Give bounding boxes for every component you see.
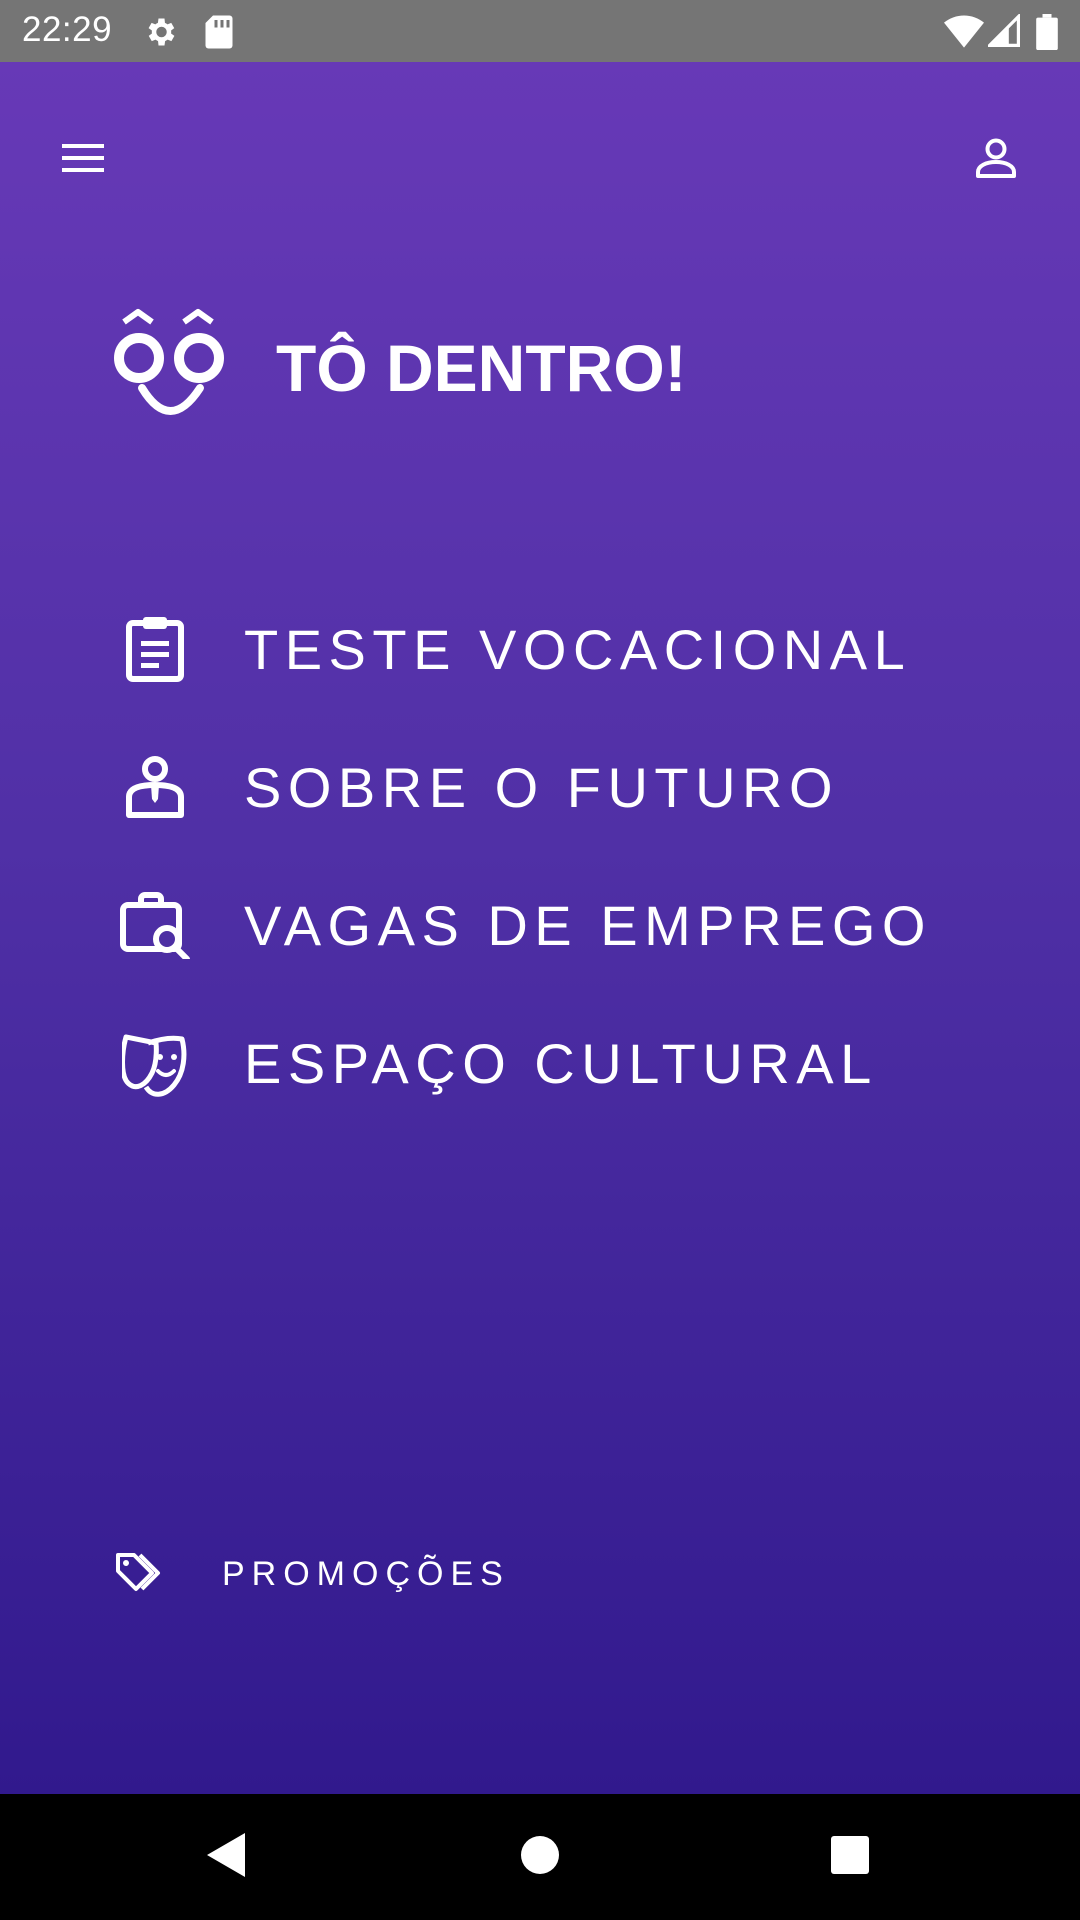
menu-label: SOBRE O FUTURO <box>244 755 840 819</box>
app-screen: TÔ DENTRO! TESTE VOCACIONAL SOBRE O FUTU… <box>0 62 1080 1794</box>
system-nav-bar <box>0 1794 1080 1920</box>
menu-button[interactable] <box>48 124 120 196</box>
menu-item-teste-vocacional[interactable]: TESTE VOCACIONAL <box>118 604 911 694</box>
tags-icon <box>114 1551 162 1598</box>
battery-icon <box>1036 14 1058 55</box>
status-time: 22:29 <box>22 10 113 49</box>
menu-item-sobre-o-futuro[interactable]: SOBRE O FUTURO <box>118 742 839 832</box>
app-title: TÔ DENTRO! <box>276 331 687 405</box>
wifi-icon <box>944 14 984 53</box>
menu-label: VAGAS DE EMPREGO <box>244 893 932 957</box>
promo-label: PROMOÇÕES <box>222 1554 510 1593</box>
home-button[interactable] <box>505 1822 575 1892</box>
settings-icon <box>142 14 178 55</box>
smiling-face-logo <box>112 308 230 429</box>
home-icon <box>520 1835 560 1880</box>
briefcase-search-icon <box>118 888 192 962</box>
status-bar: 22:29 <box>0 0 1080 62</box>
profile-button[interactable] <box>960 124 1032 196</box>
recents-icon <box>830 1835 870 1880</box>
person-icon <box>974 136 1018 185</box>
menu-item-vagas-de-emprego[interactable]: VAGAS DE EMPREGO <box>118 880 932 970</box>
promocoes-link[interactable]: PROMOÇÕES <box>114 1542 510 1606</box>
hamburger-menu-icon <box>62 142 106 179</box>
clipboard-icon <box>118 612 192 686</box>
brand-header: TÔ DENTRO! <box>112 308 687 428</box>
back-icon <box>203 1831 247 1884</box>
menu-item-espaco-cultural[interactable]: ESPAÇO CULTURAL <box>118 1018 878 1108</box>
menu-label: ESPAÇO CULTURAL <box>244 1031 878 1095</box>
menu-label: TESTE VOCACIONAL <box>244 617 912 681</box>
sd-card-icon <box>204 14 234 55</box>
theater-mask-icon <box>118 1026 192 1100</box>
signal-icon <box>985 12 1020 53</box>
recents-button[interactable] <box>815 1822 885 1892</box>
back-button[interactable] <box>190 1822 260 1892</box>
worker-icon <box>118 750 192 824</box>
